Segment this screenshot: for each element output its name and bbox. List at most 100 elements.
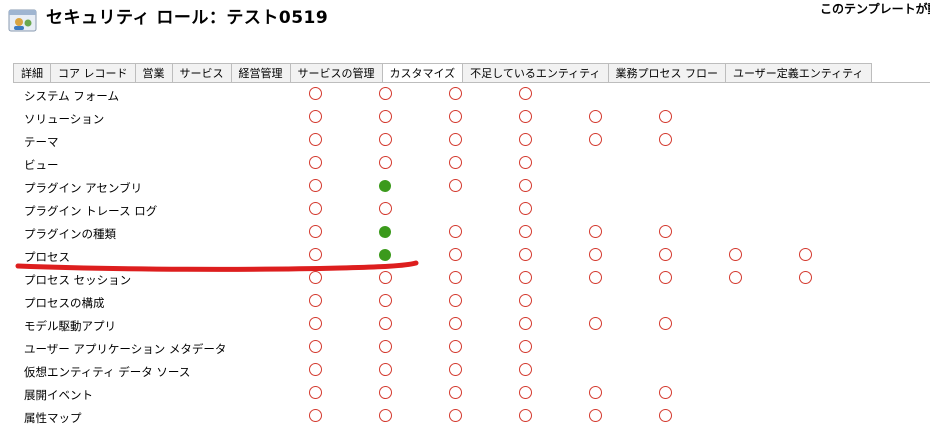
privilege-none-icon[interactable]	[379, 87, 392, 100]
privilege-none-icon[interactable]	[729, 248, 742, 261]
privilege-none-icon[interactable]	[519, 202, 532, 215]
privilege-none-icon[interactable]	[449, 225, 462, 238]
privilege-row: ユーザー アプリケーション メタデータ	[0, 336, 930, 359]
privilege-none-icon[interactable]	[449, 87, 462, 100]
privilege-none-icon[interactable]	[309, 225, 322, 238]
privilege-none-icon[interactable]	[519, 340, 532, 353]
privilege-none-icon[interactable]	[589, 248, 602, 261]
tab-bar: 詳細 コア レコード 営業 サービス 経営管理 サービスの管理 カスタマイズ 不…	[13, 63, 872, 83]
privilege-none-icon[interactable]	[309, 386, 322, 399]
privilege-none-icon[interactable]	[449, 179, 462, 192]
tab-customization[interactable]: カスタマイズ	[381, 63, 464, 83]
tab-custom-entities[interactable]: ユーザー定義エンティティ	[725, 63, 872, 82]
privilege-none-icon[interactable]	[379, 202, 392, 215]
privilege-none-icon[interactable]	[449, 248, 462, 261]
privilege-none-icon[interactable]	[309, 156, 322, 169]
entity-label: テーマ	[24, 135, 59, 149]
privilege-none-icon[interactable]	[519, 294, 532, 307]
privilege-none-icon[interactable]	[519, 110, 532, 123]
privilege-none-icon[interactable]	[449, 317, 462, 330]
privilege-none-icon[interactable]	[449, 340, 462, 353]
privilege-none-icon[interactable]	[659, 133, 672, 146]
privilege-none-icon[interactable]	[309, 340, 322, 353]
privilege-none-icon[interactable]	[309, 133, 322, 146]
privilege-none-icon[interactable]	[449, 110, 462, 123]
privilege-none-icon[interactable]	[519, 133, 532, 146]
privilege-none-icon[interactable]	[309, 248, 322, 261]
tab-core-records[interactable]: コア レコード	[50, 63, 136, 82]
privilege-none-icon[interactable]	[379, 110, 392, 123]
privilege-none-icon[interactable]	[379, 386, 392, 399]
privilege-none-icon[interactable]	[309, 202, 322, 215]
privilege-none-icon[interactable]	[519, 225, 532, 238]
tab-business-process-flows[interactable]: 業務プロセス フロー	[607, 63, 727, 82]
privilege-none-icon[interactable]	[379, 271, 392, 284]
privilege-none-icon[interactable]	[309, 317, 322, 330]
privilege-none-icon[interactable]	[729, 271, 742, 284]
privilege-none-icon[interactable]	[519, 87, 532, 100]
privilege-none-icon[interactable]	[659, 110, 672, 123]
privilege-none-icon[interactable]	[589, 133, 602, 146]
privilege-none-icon[interactable]	[799, 248, 812, 261]
privilege-row: 属性マップ	[0, 405, 930, 428]
privilege-none-icon[interactable]	[379, 294, 392, 307]
privilege-row: モデル駆動アプリ	[0, 313, 930, 336]
privilege-none-icon[interactable]	[519, 317, 532, 330]
privilege-row: 仮想エンティティ データ ソース	[0, 359, 930, 382]
privilege-none-icon[interactable]	[799, 271, 812, 284]
privilege-none-icon[interactable]	[449, 294, 462, 307]
entity-label: プロセスの構成	[24, 296, 105, 310]
privilege-none-icon[interactable]	[449, 386, 462, 399]
privilege-granted-icon[interactable]	[379, 249, 391, 261]
privilege-none-icon[interactable]	[519, 363, 532, 376]
privilege-row: テーマ	[0, 129, 930, 152]
privilege-none-icon[interactable]	[309, 179, 322, 192]
privilege-none-icon[interactable]	[519, 248, 532, 261]
privilege-none-icon[interactable]	[589, 317, 602, 330]
privilege-none-icon[interactable]	[309, 110, 322, 123]
tab-service-management[interactable]: サービスの管理	[289, 63, 383, 82]
privilege-none-icon[interactable]	[449, 156, 462, 169]
privilege-row: プロセス	[0, 244, 930, 267]
tab-details[interactable]: 詳細	[13, 63, 51, 82]
privilege-none-icon[interactable]	[519, 271, 532, 284]
privilege-row: システム フォーム	[0, 83, 930, 106]
tab-missing-entities[interactable]: 不足しているエンティティ	[462, 63, 609, 82]
privilege-none-icon[interactable]	[309, 271, 322, 284]
privilege-none-icon[interactable]	[589, 225, 602, 238]
entity-label: ビュー	[24, 158, 59, 172]
privilege-none-icon[interactable]	[589, 386, 602, 399]
privilege-none-icon[interactable]	[379, 317, 392, 330]
privilege-none-icon[interactable]	[659, 225, 672, 238]
privilege-none-icon[interactable]	[659, 248, 672, 261]
privilege-none-icon[interactable]	[519, 179, 532, 192]
privilege-none-icon[interactable]	[309, 87, 322, 100]
privilege-none-icon[interactable]	[379, 156, 392, 169]
tab-sales[interactable]: 営業	[134, 63, 173, 82]
privilege-none-icon[interactable]	[379, 363, 392, 376]
privilege-row: プロセスの構成	[0, 290, 930, 313]
privilege-none-icon[interactable]	[379, 340, 392, 353]
entity-label: ソリューション	[24, 112, 105, 126]
entity-label: 仮想エンティティ データ ソース	[24, 365, 191, 379]
privilege-none-icon[interactable]	[659, 271, 672, 284]
tab-service[interactable]: サービス	[171, 63, 232, 82]
entity-label: ユーザー アプリケーション メタデータ	[24, 342, 227, 356]
privilege-none-icon[interactable]	[659, 386, 672, 399]
tab-business-management[interactable]: 経営管理	[230, 63, 291, 82]
privilege-granted-icon[interactable]	[379, 226, 391, 238]
privilege-none-icon[interactable]	[519, 386, 532, 399]
privilege-none-icon[interactable]	[449, 271, 462, 284]
privilege-none-icon[interactable]	[309, 294, 322, 307]
privilege-none-icon[interactable]	[449, 133, 462, 146]
privilege-grid: システム フォーム ソリューション テーマ ビュー プラグイン アセンブリ プラグイン ト…	[0, 83, 930, 428]
privilege-none-icon[interactable]	[449, 363, 462, 376]
privilege-none-icon[interactable]	[589, 271, 602, 284]
privilege-none-icon[interactable]	[589, 110, 602, 123]
privilege-none-icon[interactable]	[309, 363, 322, 376]
entity-label: プラグイン トレース ログ	[24, 204, 158, 218]
privilege-none-icon[interactable]	[659, 317, 672, 330]
privilege-none-icon[interactable]	[379, 133, 392, 146]
privilege-none-icon[interactable]	[519, 156, 532, 169]
privilege-granted-icon[interactable]	[379, 180, 391, 192]
